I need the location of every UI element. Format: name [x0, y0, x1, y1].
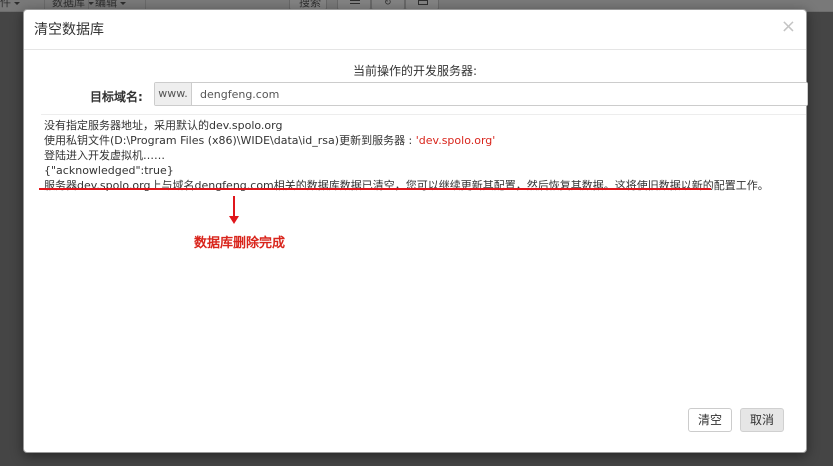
- cancel-button[interactable]: 取消: [739, 408, 784, 432]
- domain-prefix-addon: www.: [155, 83, 192, 105]
- close-icon[interactable]: ×: [781, 18, 796, 36]
- console-line-text: 使用私钥文件(D:\Program Files (x86)\WIDE\data\…: [44, 134, 416, 147]
- dialog-header: 清空数据库 ×: [24, 10, 806, 50]
- arrow-down-icon: [229, 216, 239, 224]
- annotation-arrow-shaft: [233, 196, 235, 218]
- clear-button[interactable]: 清空: [687, 408, 732, 432]
- domain-label: 目标域名:: [90, 90, 143, 104]
- domain-input-group: www.: [154, 82, 808, 106]
- dialog-title: 清空数据库: [34, 22, 104, 38]
- console-line: 没有指定服务器地址，采用默认的dev.spolo.org: [44, 119, 283, 132]
- dialog-footer: 清空 取消: [687, 408, 784, 432]
- console-line: 使用私钥文件(D:\Program Files (x86)\WIDE\data\…: [44, 133, 804, 148]
- domain-row: 目标域名: www.: [24, 82, 808, 106]
- annotation-underline: [39, 188, 711, 190]
- console-output: 没有指定服务器地址，采用默认的dev.spolo.org 使用私钥文件(D:\P…: [44, 118, 804, 193]
- annotation-label: 数据库删除完成: [194, 236, 286, 251]
- divider: [41, 114, 806, 115]
- console-line: 登陆进入开发虚拟机……: [44, 149, 165, 162]
- server-highlight: 'dev.spolo.org': [415, 134, 496, 147]
- console-line: {"acknowledged":true}: [44, 164, 174, 177]
- server-label: 当前操作的开发服务器:: [352, 64, 478, 78]
- console-line-result: 服务器dev.spolo.org上与域名dengfeng.com相关的数据库数据…: [44, 179, 769, 192]
- clear-database-dialog: 清空数据库 × 当前操作的开发服务器: 目标域名: www. 没有指定服务器地址…: [23, 9, 808, 453]
- domain-input[interactable]: [192, 83, 807, 105]
